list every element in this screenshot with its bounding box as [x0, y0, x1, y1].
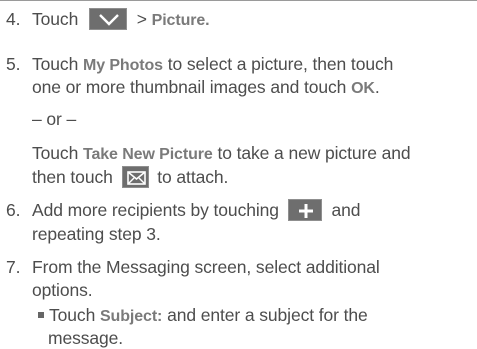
- subject-label: Subject:: [99, 308, 163, 325]
- picture-label: Picture.: [151, 12, 210, 29]
- step-text: Touch: [49, 305, 96, 325]
- step-text: and: [331, 200, 361, 220]
- step-text: then touch: [32, 167, 113, 187]
- step-text: Touch: [32, 9, 79, 29]
- step-text: Touch: [32, 143, 79, 163]
- take-new-picture-label: Take New Picture: [82, 146, 213, 163]
- step-text: Touch: [32, 54, 79, 74]
- step-text: Add more recipients by touching: [32, 200, 279, 220]
- step-5-line-4: then touch to attach.: [32, 166, 228, 188]
- step-5-line-2: one or more thumbnail images and touch O…: [32, 76, 380, 100]
- step-number: 6.: [6, 200, 21, 220]
- step-5-line-3: Touch Take New Picture to take a new pic…: [32, 142, 411, 166]
- or-separator: – or –: [32, 109, 77, 129]
- step-text: to take a new picture and: [217, 143, 411, 163]
- ok-label: OK: [351, 80, 375, 97]
- step-7-line-2: options.: [32, 280, 93, 300]
- step-text: to select a picture, then touch: [167, 54, 394, 74]
- bullet-subject: Touch Subject: and enter a subject for t…: [38, 304, 368, 328]
- step-6-line-2: repeating step 3.: [32, 224, 161, 244]
- gt-symbol: >: [136, 9, 147, 29]
- step-text: From the Messaging screen, select additi…: [32, 257, 380, 277]
- bullet-icon: [38, 312, 44, 318]
- bullet-subject-line-2: message.: [48, 328, 124, 348]
- plus-icon: [287, 199, 322, 221]
- my-photos-label: My Photos: [82, 57, 163, 74]
- step-text: to attach.: [157, 167, 229, 187]
- envelope-icon: [121, 166, 149, 188]
- step-number: 4.: [6, 9, 21, 29]
- step-text: .: [374, 77, 380, 97]
- step-number: 5.: [6, 54, 21, 74]
- instructions-document: 4. Touch > Picture. 5. Touch My Photos t…: [0, 0, 477, 348]
- step-text: and enter a subject for the: [167, 305, 368, 325]
- step-number: 7.: [6, 257, 21, 277]
- chevron-down-icon: [88, 8, 127, 30]
- step-text: one or more thumbnail images and touch: [32, 77, 347, 97]
